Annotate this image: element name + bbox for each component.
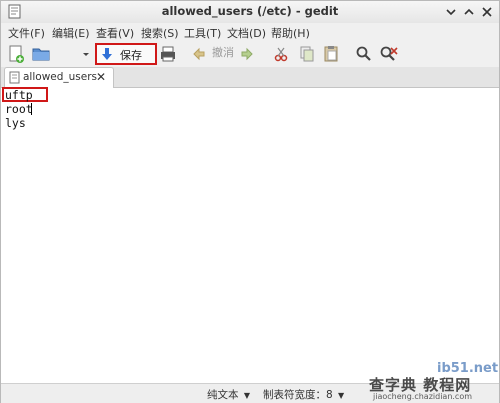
find-replace-icon[interactable] bbox=[379, 44, 399, 64]
editor-line-1[interactable]: uftp bbox=[5, 88, 33, 102]
toolbar: 打开 保存 撤消 bbox=[1, 41, 499, 99]
menu-edit[interactable]: 编辑(E) bbox=[52, 25, 90, 41]
undo-label[interactable]: 撤消 bbox=[212, 44, 234, 60]
text-cursor bbox=[31, 103, 32, 115]
menu-file[interactable]: 文件(F) bbox=[8, 25, 45, 41]
language-label: 纯文本 bbox=[207, 389, 239, 401]
tab-allowed-users[interactable]: allowed_users ✕ bbox=[4, 67, 114, 88]
undo-icon[interactable] bbox=[191, 44, 207, 64]
save-label: 保存 bbox=[120, 49, 142, 62]
tab-width-label: 制表符宽度：8 bbox=[263, 389, 333, 401]
print-icon[interactable] bbox=[159, 44, 177, 64]
save-button[interactable]: 保存 bbox=[95, 43, 157, 65]
text-editor-area[interactable] bbox=[1, 88, 499, 383]
menu-search[interactable]: 搜索(S) bbox=[141, 25, 179, 41]
editor-line-2[interactable]: root bbox=[5, 102, 33, 116]
chevron-down-icon: ▼ bbox=[338, 391, 345, 400]
menu-document[interactable]: 文档(D) bbox=[227, 25, 266, 41]
language-selector[interactable]: 纯文本 ▼ bbox=[207, 387, 250, 402]
maximize-icon[interactable] bbox=[461, 4, 477, 20]
chevron-down-icon: ▼ bbox=[243, 391, 250, 400]
tab-label: allowed_users bbox=[23, 71, 98, 83]
editor-line-3[interactable]: lys bbox=[5, 116, 26, 130]
redo-icon[interactable] bbox=[239, 44, 255, 64]
save-down-arrow-icon bbox=[102, 48, 112, 60]
close-window-icon[interactable] bbox=[479, 4, 495, 20]
gedit-window: allowed_users (/etc) - gedit 文件(F) 编辑(E)… bbox=[0, 0, 500, 403]
watermark-url: jiaocheng.chazidian.com bbox=[373, 392, 473, 401]
title-bar: allowed_users (/etc) - gedit bbox=[1, 1, 499, 24]
cut-icon[interactable] bbox=[273, 44, 289, 64]
document-tab-bar: allowed_users ✕ bbox=[1, 67, 499, 88]
folder-icon bbox=[32, 48, 50, 61]
menu-help[interactable]: 帮助(H) bbox=[271, 25, 310, 41]
menu-view[interactable]: 查看(V) bbox=[96, 25, 134, 41]
tab-width-selector[interactable]: 制表符宽度：8 ▼ bbox=[263, 387, 344, 402]
window-title: allowed_users (/etc) - gedit bbox=[161, 4, 339, 18]
new-document-icon[interactable] bbox=[7, 44, 25, 64]
menu-bar: 文件(F) 编辑(E) 查看(V) 搜索(S) 工具(T) 文档(D) 帮助(H… bbox=[1, 23, 499, 41]
paste-icon[interactable] bbox=[323, 44, 339, 64]
minimize-icon[interactable] bbox=[443, 4, 459, 20]
search-icon[interactable] bbox=[355, 44, 373, 64]
menu-tools[interactable]: 工具(T) bbox=[184, 25, 221, 41]
document-icon bbox=[9, 71, 20, 84]
copy-icon[interactable] bbox=[299, 44, 315, 64]
open-dropdown-arrow-icon[interactable] bbox=[81, 44, 91, 64]
tab-close-icon[interactable]: ✕ bbox=[96, 70, 106, 84]
